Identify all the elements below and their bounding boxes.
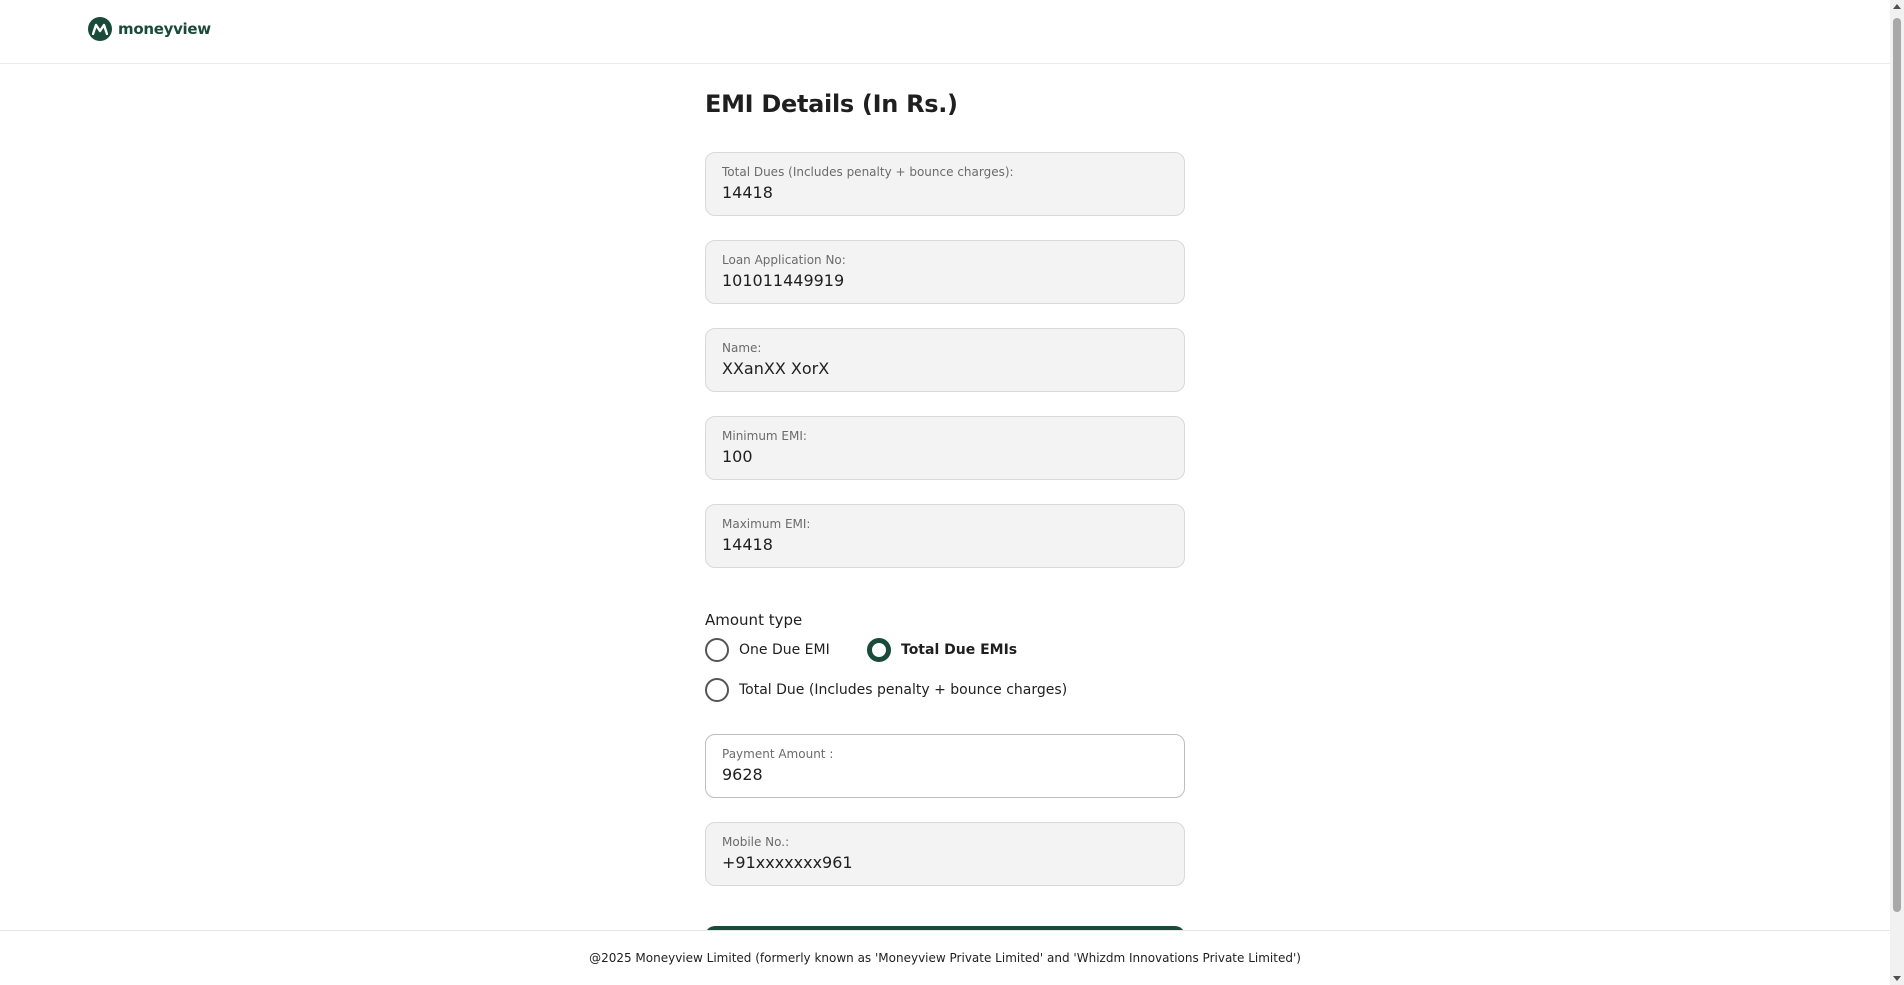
radio-unchecked-icon[interactable] — [705, 678, 729, 702]
emi-details-form: EMI Details (In Rs.) Total Dues (Include… — [705, 64, 1185, 966]
radio-total-due-with-penalty[interactable]: Total Due (Includes penalty + bounce cha… — [705, 678, 1067, 702]
header: moneyview — [0, 0, 1890, 64]
field-value[interactable]: 9628 — [722, 764, 1168, 786]
field-value: 14418 — [722, 535, 773, 554]
field-label: Total Dues (Includes penalty + bounce ch… — [722, 165, 1014, 179]
radio-one-due-emi[interactable]: One Due EMI — [705, 638, 830, 662]
field-label: Loan Application No: — [722, 253, 846, 267]
brand-logo[interactable]: moneyview — [88, 17, 211, 41]
scroll-down-arrow-icon[interactable] — [1893, 976, 1901, 981]
field-label: Minimum EMI: — [722, 429, 807, 443]
radio-total-due-emis[interactable]: Total Due EMIs — [867, 638, 1017, 662]
field-label: Name: — [722, 341, 762, 355]
field-value: 14418 — [722, 183, 773, 202]
radio-checked-icon[interactable] — [867, 638, 891, 662]
amount-type-label: Amount type — [705, 611, 803, 629]
minimum-emi-field: Minimum EMI: 100 — [705, 416, 1185, 480]
field-value: 101011449919 — [722, 271, 845, 290]
field-label: Mobile No.: — [722, 835, 790, 849]
scroll-up-arrow-icon[interactable] — [1893, 4, 1901, 9]
maximum-emi-field: Maximum EMI: 14418 — [705, 504, 1185, 568]
total-dues-field: Total Dues (Includes penalty + bounce ch… — [705, 152, 1185, 216]
brand-name: moneyview — [118, 20, 211, 38]
loan-application-no-field: Loan Application No: 101011449919 — [705, 240, 1185, 304]
field-value: +91xxxxxxx961 — [722, 853, 853, 872]
field-value: 100 — [722, 447, 753, 466]
field-label: Payment Amount : — [722, 747, 834, 761]
vertical-scrollbar[interactable] — [1890, 0, 1904, 985]
radio-label: One Due EMI — [739, 642, 830, 658]
footer-copyright: @2025 Moneyview Limited (formerly known … — [589, 951, 1301, 965]
scrollbar-thumb[interactable] — [1893, 18, 1901, 912]
radio-label: Total Due EMIs — [901, 642, 1018, 658]
page-title: EMI Details (In Rs.) — [705, 90, 958, 118]
moneyview-logo-icon — [88, 17, 112, 41]
name-field: Name: XXanXX XorX — [705, 328, 1185, 392]
mobile-no-field: Mobile No.: +91xxxxxxx961 — [705, 822, 1185, 886]
payment-amount-input[interactable]: Payment Amount : 9628 — [705, 734, 1185, 798]
radio-label: Total Due (Includes penalty + bounce cha… — [739, 682, 1068, 698]
field-label: Maximum EMI: — [722, 517, 811, 531]
field-value: XXanXX XorX — [722, 359, 830, 378]
footer: @2025 Moneyview Limited (formerly known … — [0, 930, 1890, 985]
radio-unchecked-icon[interactable] — [705, 638, 729, 662]
